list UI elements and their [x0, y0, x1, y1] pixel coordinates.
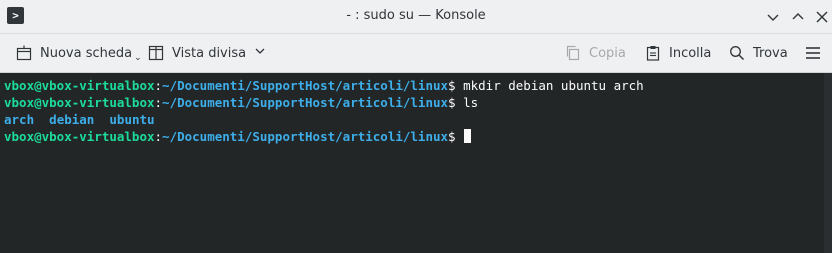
- copy-icon: [566, 45, 580, 61]
- toolbar: Nuova scheda ⌄ Vista divisa Copia Incoll…: [0, 34, 832, 73]
- title-bar: > - : sudo su — Konsole: [0, 0, 832, 34]
- prompt-user-host: vbox@vbox-virtualbox: [4, 95, 155, 110]
- split-view-button[interactable]: Vista divisa: [148, 43, 266, 63]
- prompt-separator: :: [154, 129, 163, 144]
- split-view-icon: [148, 45, 164, 61]
- command-text: ls: [455, 95, 479, 110]
- hamburger-menu-icon: [806, 47, 820, 59]
- hamburger-menu-button[interactable]: [805, 43, 821, 63]
- prompt-separator: :: [154, 78, 163, 93]
- maximize-chevron-icon[interactable]: [789, 8, 807, 26]
- prompt-path: ~/Documenti/SupportHost/articoli/linux: [162, 129, 449, 144]
- new-tab-label: Nuova scheda: [40, 45, 133, 61]
- search-icon: [730, 46, 745, 61]
- terminal-line: vbox@vbox-virtualbox:~/Documenti/Support…: [4, 77, 832, 94]
- find-label: Trova: [753, 45, 788, 61]
- dropdown-indicator-icon: ⌄: [134, 53, 142, 63]
- window-title: - : sudo su — Konsole: [346, 8, 486, 23]
- copy-label: Copia: [589, 45, 626, 61]
- minimize-chevron-icon[interactable]: [764, 8, 782, 26]
- terminal-output-line: arch debian ubuntu: [4, 111, 832, 128]
- paste-icon: [646, 46, 660, 61]
- prompt-symbol: $: [448, 78, 456, 93]
- command-text: mkdir debian ubuntu arch: [455, 78, 644, 93]
- prompt-path: ~/Documenti/SupportHost/articoli/linux: [162, 78, 449, 93]
- new-tab-button[interactable]: Nuova scheda ⌄: [16, 43, 142, 63]
- split-view-label: Vista divisa: [172, 45, 247, 61]
- prompt-separator: :: [154, 95, 163, 110]
- terminal-line: vbox@vbox-virtualbox:~/Documenti/Support…: [4, 94, 832, 111]
- prompt-symbol: $: [448, 95, 456, 110]
- directory-entry: arch: [4, 112, 35, 127]
- find-button[interactable]: Trova: [729, 43, 788, 63]
- close-icon[interactable]: [813, 8, 831, 26]
- chevron-down-icon: [254, 45, 266, 61]
- prompt-path: ~/Documenti/SupportHost/articoli/linux: [162, 95, 449, 110]
- terminal-cursor: [463, 129, 471, 143]
- paste-button[interactable]: Incolla: [645, 43, 711, 63]
- new-tab-icon: [16, 45, 32, 61]
- prompt-user-host: vbox@vbox-virtualbox: [4, 78, 155, 93]
- directory-entry: debian: [49, 112, 95, 127]
- directory-entry: ubuntu: [109, 112, 155, 127]
- copy-button[interactable]: Copia: [565, 43, 626, 63]
- terminal-scrollbar[interactable]: [824, 73, 832, 253]
- prompt-symbol: $: [448, 129, 456, 144]
- terminal-line: vbox@vbox-virtualbox:~/Documenti/Support…: [4, 128, 832, 145]
- terminal-view[interactable]: vbox@vbox-virtualbox:~/Documenti/Support…: [0, 73, 832, 253]
- prompt-user-host: vbox@vbox-virtualbox: [4, 129, 155, 144]
- paste-label: Incolla: [669, 45, 712, 61]
